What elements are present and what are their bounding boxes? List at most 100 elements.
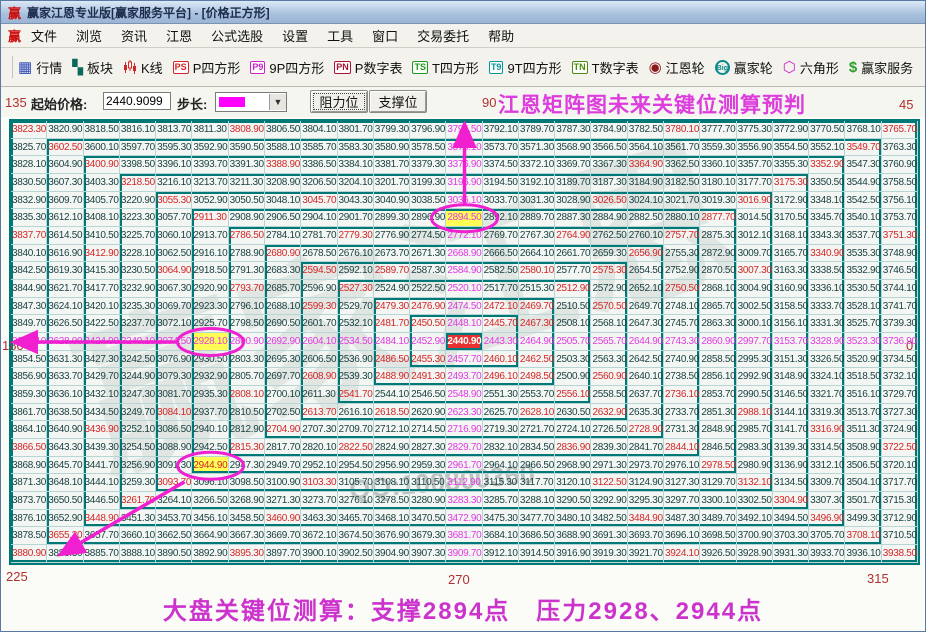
gann-cell: 3357.70	[737, 156, 773, 174]
gann-cell: 2474.50	[446, 298, 482, 316]
menu-item-浏览[interactable]: 浏览	[76, 26, 102, 45]
angle-label-315: 315	[867, 571, 889, 586]
gann-cell: 3403.30	[84, 174, 120, 192]
toolbar-item-P四方形[interactable]: PSP四方形	[173, 58, 241, 77]
menu-item-窗口[interactable]: 窗口	[372, 26, 398, 45]
gann-cell: 3016.90	[737, 192, 773, 210]
gann-cell: 3854.50	[11, 351, 47, 369]
gann-cell: 2500.90	[555, 368, 591, 386]
gann-cell: 2949.70	[265, 457, 301, 475]
gann-cell: 2503.30	[555, 351, 591, 369]
gann-cell: 3852.10	[11, 333, 47, 351]
gann-cell: 3590.50	[229, 139, 265, 157]
gann-cell: 3900.10	[301, 545, 337, 563]
gann-cell: 2592.10	[338, 262, 374, 280]
resistance-button[interactable]: 阻力位	[310, 90, 368, 113]
gann-cell: 3069.70	[156, 298, 192, 316]
gann-cell: 3300.10	[700, 492, 736, 510]
gann-cell: 2899.30	[374, 209, 410, 227]
toolbar-item-K线[interactable]: K线	[123, 58, 163, 77]
toolbar-item-江恩轮[interactable]: ◉江恩轮	[649, 58, 705, 77]
gann-cell: 3621.70	[47, 280, 83, 298]
gann-cell: 3040.90	[374, 192, 410, 210]
menu-item-公式选股[interactable]: 公式选股	[211, 26, 263, 45]
gann-cell: 2618.50	[374, 404, 410, 422]
toolbar-item-行情[interactable]: ▦行情	[18, 58, 62, 77]
gann-cell: 3660.10	[120, 527, 156, 545]
gann-cell: 3312.10	[809, 457, 845, 475]
gann-cell: 3024.10	[628, 192, 664, 210]
gann-cell: 3216.10	[156, 174, 192, 192]
toolbar-item-T四方形[interactable]: TST四方形	[412, 58, 478, 77]
gann-cell: 3057.70	[156, 209, 192, 227]
gann-cell: 3280.90	[410, 492, 446, 510]
toolbar-item-9P四方形[interactable]: P99P四方形	[250, 58, 324, 77]
gann-cell: 2841.70	[628, 439, 664, 457]
gann-cell: 3684.10	[483, 527, 519, 545]
gann-cell: 2563.30	[591, 351, 627, 369]
gann-cell: 3828.10	[11, 156, 47, 174]
app-window: 赢 赢家江恩专业版[赢家服务平台] - [价格正方形] 赢 文件浏览资讯江恩公式…	[0, 0, 926, 632]
gann-cell: 3576.10	[446, 139, 482, 157]
gann-cell: 2467.30	[519, 315, 555, 333]
gann-cell: 3084.10	[156, 404, 192, 422]
gann-cell: 2880.10	[664, 209, 700, 227]
gann-cell: 3331.30	[809, 315, 845, 333]
gann-cell: 3321.70	[809, 386, 845, 404]
gann-cell: 3780.10	[664, 121, 700, 139]
gann-cell: 2980.90	[737, 457, 773, 475]
toolbar-item-T数字表[interactable]: TNT数字表	[572, 58, 639, 77]
gann-cell: 3276.10	[338, 492, 374, 510]
gann-cell: 3729.70	[882, 386, 918, 404]
gann-cell: 3830.50	[11, 174, 47, 192]
gann-cell: 3624.10	[47, 298, 83, 316]
menu-item-文件[interactable]: 文件	[31, 26, 57, 45]
gann-cell: 3770.50	[809, 121, 845, 139]
start-price-input[interactable]	[103, 92, 171, 110]
gann-cell: 3564.10	[628, 139, 664, 157]
gann-cell: 3722.50	[882, 439, 918, 457]
gann-cell: 3890.50	[156, 545, 192, 563]
menu-item-交易委托[interactable]: 交易委托	[417, 26, 469, 45]
gann-cell: 2750.50	[664, 280, 700, 298]
gann-cell: 3249.70	[120, 404, 156, 422]
gann-cell: 3156.10	[773, 315, 809, 333]
menu-item-资讯[interactable]: 资讯	[121, 26, 147, 45]
toolbar-item-P数字表[interactable]: PNP数字表	[334, 58, 402, 77]
gann-cell: 3597.70	[120, 139, 156, 157]
gann-cell: 2937.70	[192, 404, 228, 422]
toolbar-item-赢家服务[interactable]: $赢家服务	[849, 58, 913, 77]
toolbar-item-六角形[interactable]: ⬡六角形	[783, 58, 839, 77]
gann-cell: 3868.90	[11, 457, 47, 475]
gann-cell: 3127.30	[664, 474, 700, 492]
gann-cell: 3609.70	[47, 192, 83, 210]
gann-cell: 3753.70	[882, 209, 918, 227]
gann-cell: 3451.30	[120, 510, 156, 528]
gann-cell: 2856.10	[700, 368, 736, 386]
support-button[interactable]: 支撑位	[369, 90, 427, 113]
menu-item-设置[interactable]: 设置	[282, 26, 308, 45]
menu-item-工具[interactable]: 工具	[327, 26, 353, 45]
gann-cell: 3616.90	[47, 245, 83, 263]
chevron-down-icon[interactable]: ▼	[269, 94, 286, 110]
gann-cell: 2488.90	[374, 368, 410, 386]
toolbar-item-板块[interactable]: ▚板块	[72, 58, 113, 77]
gann-cell: 2944.90	[192, 457, 228, 475]
gann-cell: 3076.90	[156, 351, 192, 369]
toolbar-item-赢家轮[interactable]: Big赢家轮	[715, 58, 773, 77]
toolbar-item-9T四方形[interactable]: T99T四方形	[489, 58, 562, 77]
gann-cell: 3619.30	[47, 262, 83, 280]
gann-cell: 3477.70	[519, 510, 555, 528]
gann-cell: 2565.70	[591, 333, 627, 351]
gann-cell: 3463.30	[301, 510, 337, 528]
gann-cell: 2594.50	[301, 262, 337, 280]
gann-cell: 2522.50	[410, 280, 446, 298]
step-color-dropdown[interactable]: ▼	[215, 92, 287, 112]
gann-cell: 3626.50	[47, 315, 83, 333]
gann-cell: 2896.90	[410, 209, 446, 227]
gann-cell: 3232.90	[120, 280, 156, 298]
menu-item-帮助[interactable]: 帮助	[488, 26, 514, 45]
menu-item-江恩[interactable]: 江恩	[166, 26, 192, 45]
gann-cell: 3014.50	[737, 209, 773, 227]
table-grid-icon: ▦	[18, 60, 32, 75]
